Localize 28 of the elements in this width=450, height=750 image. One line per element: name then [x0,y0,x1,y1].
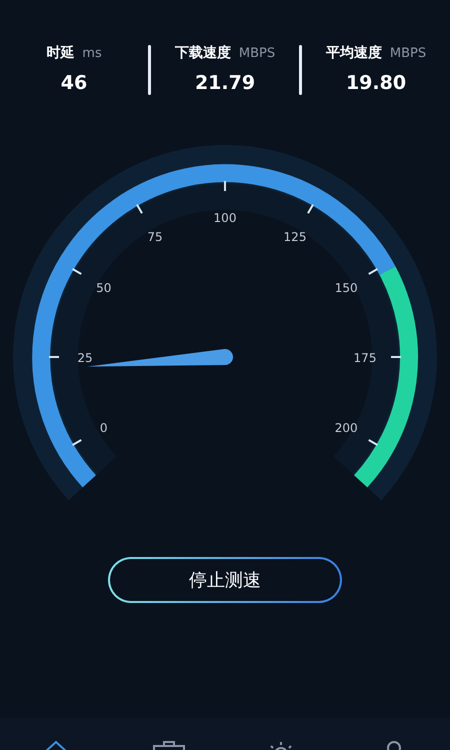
gauge-tick [136,204,143,214]
gauge-tick [307,204,314,214]
stat-value: 19.80 [346,72,406,94]
gauge-tick [49,356,59,358]
scale-label: 0 [100,421,108,435]
gauge-tick [72,439,82,446]
stat-value: 46 [60,72,88,94]
scale-label: 100 [214,211,236,225]
scale-label: 125 [284,230,306,244]
gauge-tick [368,439,378,446]
scale-label: 75 [147,230,163,244]
stat-label: 时延 [46,44,74,62]
scale-label: 50 [96,281,112,295]
gauge-tick [224,181,226,191]
gauge-tick [391,356,401,358]
gauge-tick [368,268,378,275]
scale-label: 175 [354,351,376,365]
stat-value: 21.79 [194,72,256,94]
stat-label: 下载速度 [174,44,231,62]
scale-label: 150 [334,281,358,295]
stat-label: 平均速度 [326,44,382,62]
stop-test-button[interactable]: 停止测速 [108,557,342,603]
scale-label: 200 [334,421,358,435]
scale-label: 25 [77,351,93,365]
stat-unit: MBPS [390,46,426,61]
stat-unit: MBPS [238,46,276,61]
gauge-tick [72,268,82,275]
stat-unit: ms [82,46,102,61]
